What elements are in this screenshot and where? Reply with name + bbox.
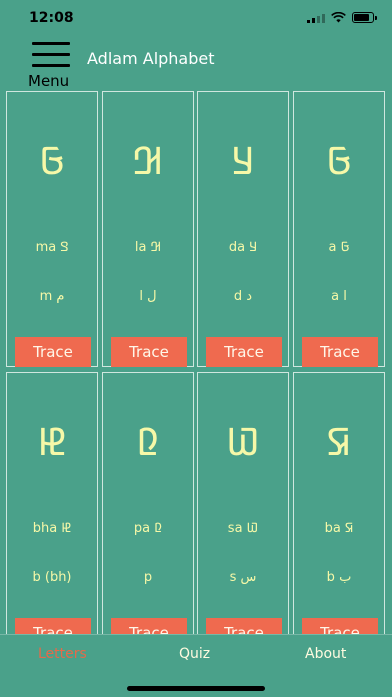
- tab-quiz[interactable]: Quiz: [179, 646, 210, 662]
- letter-name: sa 𞤅: [227, 521, 259, 536]
- letter-card[interactable]: 𞤂 la 𞤂 l ل Trace: [102, 91, 194, 367]
- letter-card[interactable]: 𞤁 da 𞤁 d د Trace: [197, 91, 289, 367]
- app-title: Adlam Alphabet: [87, 49, 215, 68]
- letter-card[interactable]: 𞤇 ba 𞤇 b ب Trace: [293, 372, 385, 634]
- battery-level: [354, 14, 370, 21]
- letter-name: pa 𞤆: [133, 521, 163, 536]
- letter-sound: a ا: [331, 289, 347, 304]
- letter-sound: l ل: [139, 289, 157, 304]
- letter-glyph: 𞤇: [326, 420, 352, 464]
- letter-glyph: 𞤀: [38, 139, 66, 183]
- wifi-icon: [331, 12, 346, 23]
- letter-name: ba 𞤇: [324, 521, 354, 536]
- trace-button[interactable]: Trace: [206, 337, 282, 367]
- menu-button[interactable]: Menu: [28, 40, 76, 90]
- status-bar: 12:08: [0, 0, 392, 36]
- letter-sound: b ب: [326, 570, 352, 585]
- status-time: 12:08: [29, 10, 74, 26]
- letter-name: la 𞤂: [134, 240, 162, 255]
- letter-glyph: 𞤁: [231, 139, 255, 183]
- menu-label: Menu: [28, 72, 70, 90]
- letter-sound: d د: [233, 289, 253, 304]
- status-icons: [307, 12, 377, 23]
- letter-sound: p: [143, 570, 153, 585]
- letter-card[interactable]: 𞤄 bha 𞤄 b (bh) Trace: [6, 372, 98, 634]
- trace-button[interactable]: Trace: [206, 618, 282, 634]
- letter-card[interactable]: 𞤀 ma 𞤃 m م Trace: [6, 91, 98, 367]
- cellular-signal-icon: [307, 13, 325, 23]
- letter-glyph: 𞤀: [325, 139, 353, 183]
- letter-grid: 𞤀 ma 𞤃 m م Trace 𞤂 la 𞤂 l ل Trace 𞤁 da 𞤁…: [6, 91, 390, 634]
- letter-card[interactable]: 𞤅 sa 𞤅 s س Trace: [197, 372, 289, 634]
- letter-card[interactable]: 𞤆 pa 𞤆 p Trace: [102, 372, 194, 634]
- letter-card[interactable]: 𞤀 a 𞤀 a ا Trace: [293, 91, 385, 367]
- letter-sound: m م: [39, 289, 65, 304]
- battery-icon: [352, 12, 377, 23]
- trace-button[interactable]: Trace: [15, 618, 91, 634]
- home-indicator: [127, 686, 265, 691]
- tab-letters[interactable]: Letters: [38, 646, 87, 662]
- letter-sound: s س: [229, 570, 257, 585]
- hamburger-icon: [32, 42, 70, 75]
- letter-name: ma 𞤃: [35, 240, 69, 255]
- letter-glyph: 𞤆: [136, 420, 160, 464]
- letter-sound: b (bh): [32, 570, 72, 585]
- letter-glyph: 𞤂: [132, 139, 164, 183]
- letter-glyph: 𞤅: [226, 420, 260, 464]
- letter-name: bha 𞤄: [32, 521, 72, 536]
- trace-button[interactable]: Trace: [15, 337, 91, 367]
- trace-button[interactable]: Trace: [111, 618, 187, 634]
- tab-about[interactable]: About: [305, 646, 346, 662]
- trace-button[interactable]: Trace: [302, 337, 378, 367]
- trace-button[interactable]: Trace: [111, 337, 187, 367]
- trace-button[interactable]: Trace: [302, 618, 378, 634]
- letter-name: a 𞤀: [328, 240, 350, 255]
- letter-name: da 𞤁: [228, 240, 258, 255]
- letter-glyph: 𞤄: [37, 420, 67, 464]
